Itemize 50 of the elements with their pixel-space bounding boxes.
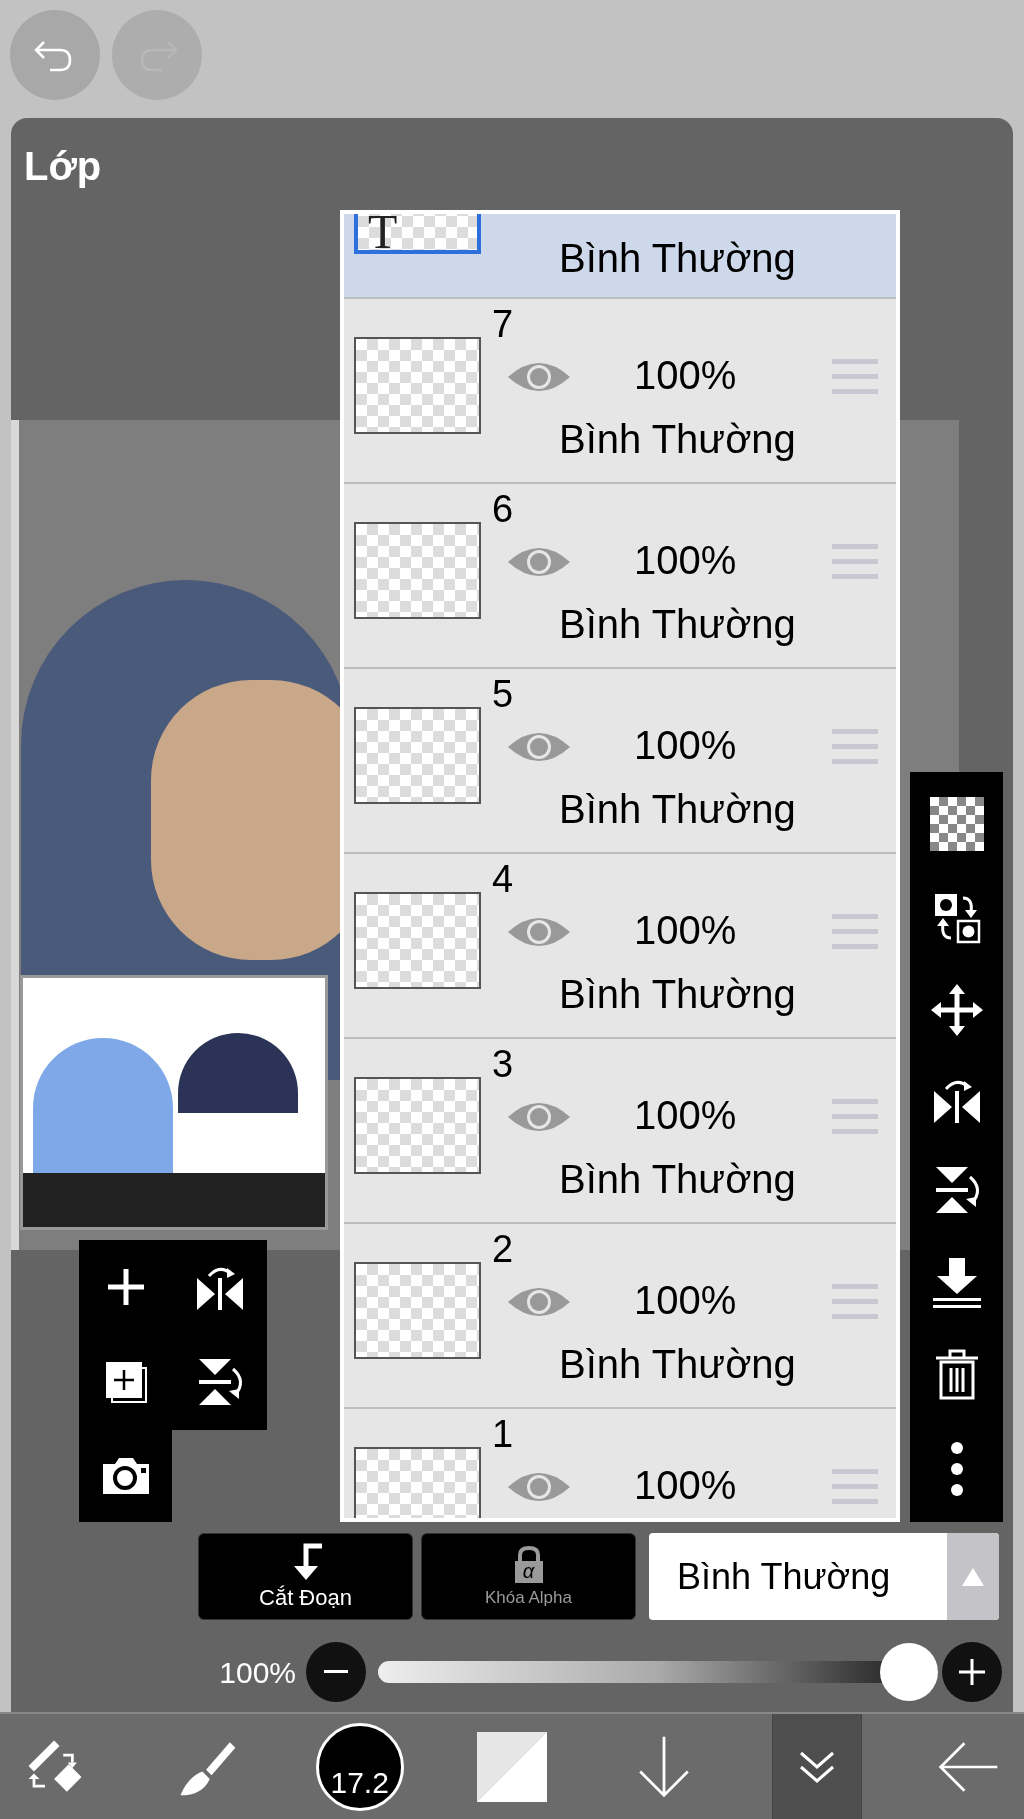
decrease-button[interactable] [306, 1642, 366, 1702]
lock-glyph: α [521, 1559, 536, 1582]
more-icon[interactable] [949, 1440, 964, 1497]
layer-number: 7 [492, 305, 514, 343]
layer-number: 3 [492, 1045, 514, 1083]
blend-mode-label: Bình Thường [559, 604, 796, 644]
drag-handle-icon[interactable] [832, 542, 878, 582]
layer-opacity: 100% [634, 1095, 737, 1135]
layer-number: 4 [492, 860, 514, 898]
layer-number: 6 [492, 490, 514, 528]
drag-handle-icon[interactable] [832, 1467, 878, 1507]
toolbar-button[interactable] [771, 1714, 862, 1819]
move-icon[interactable] [930, 984, 983, 1037]
layer-opacity: 100% [634, 1465, 737, 1505]
blend-mode-label: Bình Thường [559, 419, 796, 459]
increase-button[interactable] [942, 1642, 1002, 1702]
transparent-background-icon[interactable] [929, 797, 984, 852]
blend-mode-dropdown[interactable]: Bình Thường [649, 1533, 999, 1620]
layer-number: 2 [492, 1230, 514, 1268]
blend-mode-label: Bình Thường [559, 1159, 796, 1199]
merge-down-icon[interactable] [930, 1255, 983, 1310]
drag-handle-icon[interactable] [832, 357, 878, 397]
drag-handle-icon[interactable] [832, 1097, 878, 1137]
plus-icon [959, 1659, 985, 1685]
color-swatch [477, 1731, 547, 1802]
thumbnail-text: T [368, 214, 398, 254]
blend-mode-label: Bình Thường [559, 238, 796, 278]
drag-handle-icon[interactable] [832, 727, 878, 767]
layer-row[interactable]: T Bình Thường [344, 214, 896, 299]
drag-handle-icon[interactable] [832, 1282, 878, 1322]
layer-opacity: 100% [634, 725, 737, 765]
opacity-reading: 100% [218, 1654, 297, 1691]
layer-number: 1 [492, 1415, 514, 1453]
trash-icon[interactable] [933, 1348, 980, 1403]
blend-mode-label: Bình Thường [559, 974, 796, 1014]
minus-icon [324, 1670, 348, 1674]
blend-mode-label: Bình Thường [559, 789, 796, 829]
camera-icon[interactable] [100, 1456, 151, 1496]
layer-opacity: 100% [634, 910, 737, 950]
layer-opacity: 100% [634, 540, 737, 580]
layer-number: 5 [492, 675, 514, 713]
artwork-thumbnail[interactable] [20, 975, 328, 1230]
triangle-up-icon [962, 1567, 984, 1586]
drag-handle-icon[interactable] [832, 912, 878, 952]
clipping-button[interactable]: Cắt Đoạn [198, 1533, 413, 1620]
layer-opacity: 100% [634, 355, 737, 395]
layer-opacity: 100% [634, 1280, 737, 1320]
panel-title: Lớp [24, 143, 102, 190]
opacity-slider[interactable] [378, 1642, 938, 1702]
blend-mode-label: Bình Thường [559, 1344, 796, 1384]
